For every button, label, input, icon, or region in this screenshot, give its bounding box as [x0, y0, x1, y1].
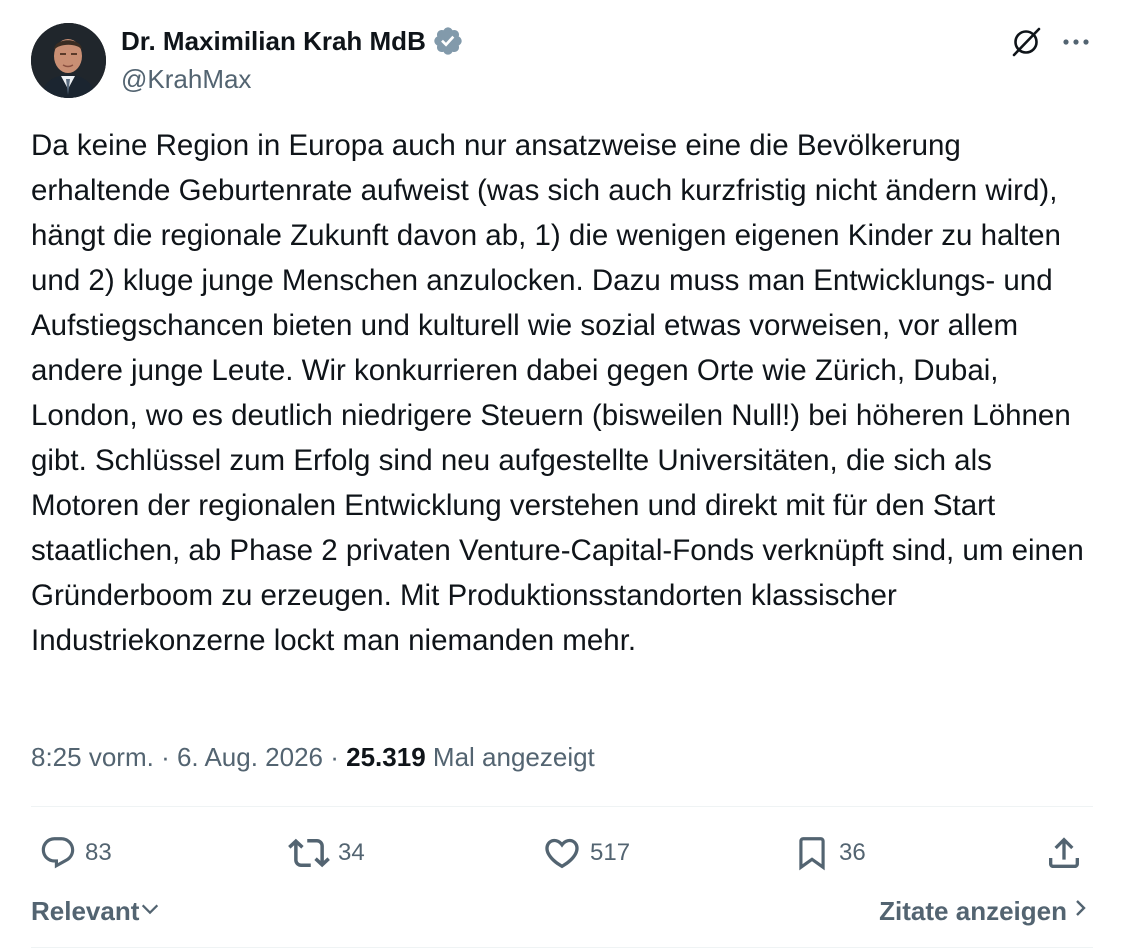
- sort-replies-dropdown[interactable]: Relevant: [31, 893, 161, 929]
- view-quotes-link[interactable]: Zitate anzeigen: [879, 893, 1089, 929]
- share-icon: [1044, 833, 1084, 873]
- reply-button[interactable]: 83: [39, 828, 112, 878]
- like-count: 517: [590, 839, 631, 866]
- views-label: Mal angezeigt: [432, 742, 595, 772]
- share-button[interactable]: [1044, 828, 1084, 878]
- more-options-icon[interactable]: [1056, 22, 1096, 62]
- avatar[interactable]: [31, 23, 106, 98]
- tweet-actions: 83 34 517 36: [31, 828, 1093, 878]
- sort-label: Relevant: [31, 896, 140, 926]
- grok-icon[interactable]: [1006, 22, 1046, 62]
- author-display-name[interactable]: Dr. Maximilian Krah MdB: [121, 25, 426, 57]
- heart-icon: [542, 833, 582, 873]
- avatar-image: [31, 23, 106, 98]
- repost-icon: [288, 832, 330, 874]
- quotes-label: Zitate anzeigen: [879, 896, 1067, 926]
- divider: [31, 947, 1093, 948]
- reply-icon: [39, 834, 77, 872]
- bookmark-icon: [793, 834, 831, 872]
- like-button[interactable]: 517: [542, 828, 630, 878]
- repost-count: 34: [338, 839, 365, 866]
- chevron-down-icon: [139, 893, 161, 929]
- repost-button[interactable]: 34: [288, 828, 365, 878]
- views-count: 25.319: [346, 742, 426, 772]
- author-handle[interactable]: @KrahMax: [121, 63, 251, 95]
- divider: [31, 806, 1093, 807]
- verified-badge-icon[interactable]: [432, 25, 464, 57]
- chevron-right-icon: [1073, 893, 1089, 929]
- tweet-date[interactable]: 6. Aug. 2026: [177, 742, 323, 772]
- reply-count: 83: [85, 839, 112, 866]
- bookmark-button[interactable]: 36: [793, 828, 866, 878]
- tweet-text: Da keine Region in Europa auch nur ansat…: [31, 129, 1084, 657]
- bookmark-count: 36: [839, 839, 866, 866]
- tweet-time[interactable]: 8:25 vorm.: [31, 742, 154, 772]
- meta-separator: ·: [330, 742, 339, 772]
- meta-separator: ·: [161, 742, 170, 772]
- tweet-meta: 8:25 vorm. · 6. Aug. 2026 · 25.319 Mal a…: [31, 738, 595, 776]
- author-name-row: Dr. Maximilian Krah MdB: [121, 25, 464, 57]
